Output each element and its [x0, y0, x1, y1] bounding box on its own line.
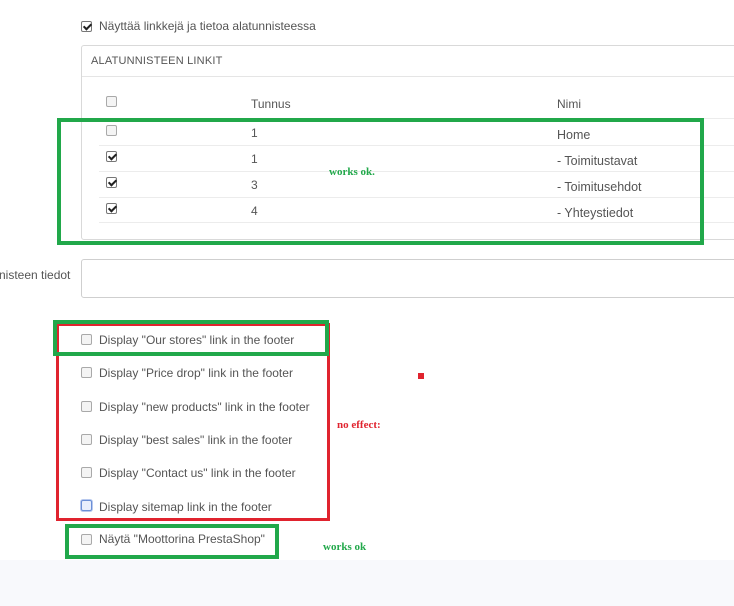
- panel-header: ALATUNNISTEEN LINKIT: [82, 46, 734, 77]
- panel-title: ALATUNNISTEEN LINKIT: [91, 55, 223, 67]
- column-header-id: Tunnus: [251, 97, 291, 111]
- footer-info-textarea[interactable]: [81, 259, 734, 298]
- show-footer-links-checkbox[interactable]: [81, 21, 92, 32]
- select-all-checkbox[interactable]: [106, 96, 117, 107]
- footer-info-label: nisteen tiedot: [0, 268, 71, 282]
- page-bottom-area: [0, 560, 734, 606]
- annotation-green-box-links: [57, 118, 704, 245]
- annotation-green-box-our-stores: [53, 320, 329, 356]
- annotation-red-dot: [418, 373, 424, 379]
- annotation-works-ok-2: works ok: [323, 541, 367, 553]
- annotation-green-box-prestashop: [65, 524, 279, 559]
- annotation-no-effect: no effect:: [337, 419, 381, 431]
- show-footer-links-label: Näyttää linkkejä ja tietoa alatunnistees…: [99, 19, 316, 33]
- column-header-name: Nimi: [557, 97, 581, 111]
- annotation-works-ok: works ok.: [329, 166, 375, 178]
